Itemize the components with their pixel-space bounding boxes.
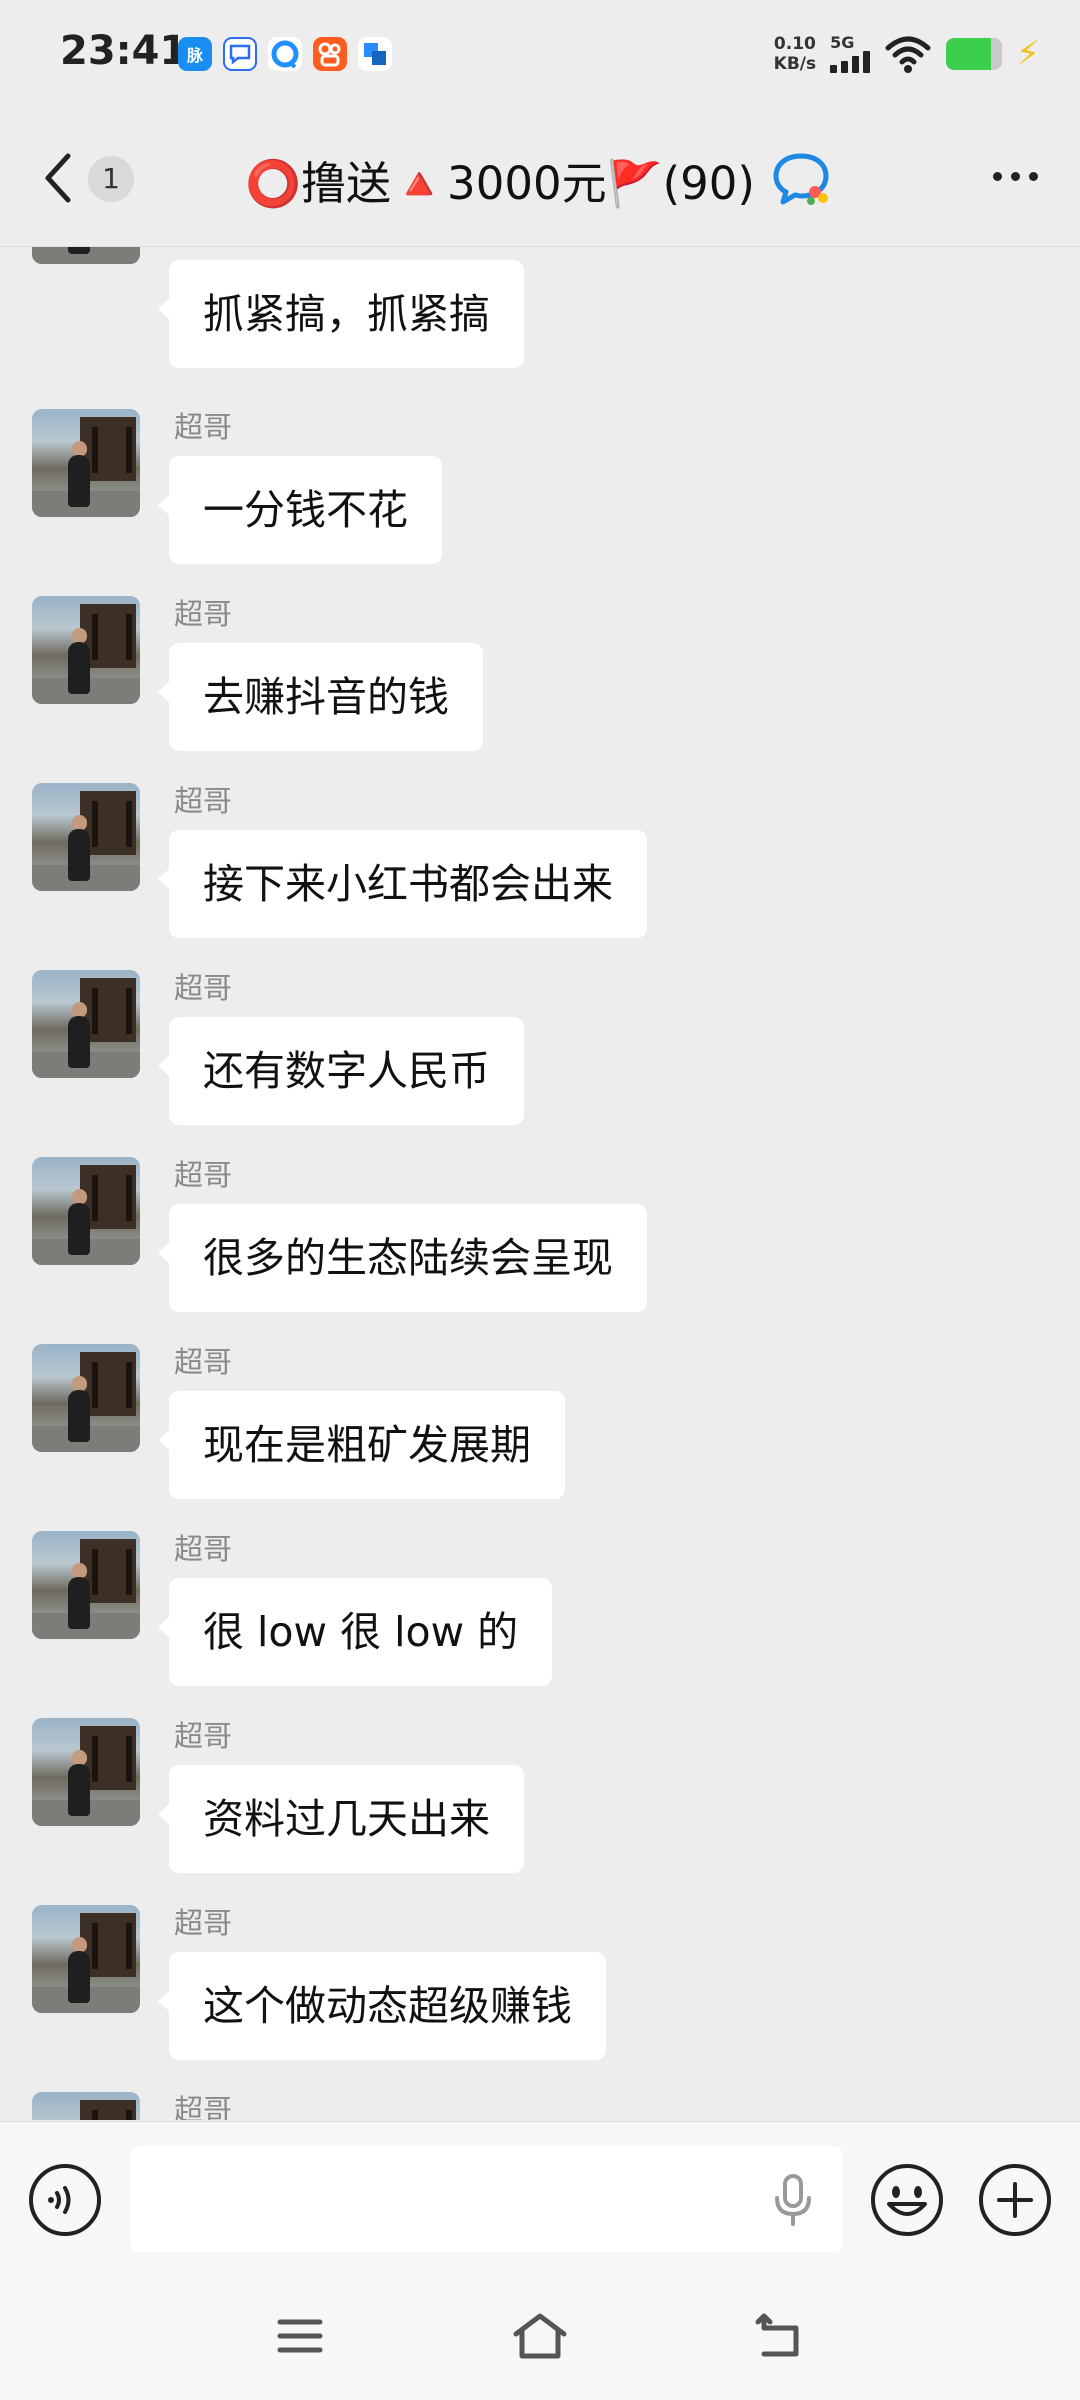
- avatar[interactable]: [32, 970, 140, 1078]
- message-item: 超哥 很 low 很 low 的: [0, 1531, 1080, 1718]
- add-icon[interactable]: [977, 2162, 1053, 2238]
- avatar[interactable]: [32, 409, 140, 517]
- message-bubble[interactable]: 现在是粗矿发展期: [158, 1391, 565, 1499]
- microphone-icon[interactable]: [771, 2172, 815, 2228]
- emoji-icon[interactable]: [869, 2162, 945, 2238]
- message-bubble[interactable]: 一分钱不花: [158, 456, 442, 564]
- chat-app-icon: [223, 37, 257, 71]
- avatar[interactable]: [32, 1344, 140, 1452]
- clock: 23:41: [60, 28, 188, 74]
- network-speed: 0.10 KB/s: [773, 34, 817, 74]
- input-bar: [0, 2121, 1080, 2279]
- group-chat-icon: [773, 153, 829, 205]
- message-bubble[interactable]: 很多的生态陆续会呈现: [158, 1204, 647, 1312]
- browser-icon: [268, 37, 302, 71]
- avatar[interactable]: [32, 1157, 140, 1265]
- wifi-icon: [885, 36, 931, 73]
- message-item: 超哥: [0, 2092, 1080, 2120]
- message-item: 超哥 还有数字人民币: [0, 970, 1080, 1157]
- avatar[interactable]: [32, 1531, 140, 1639]
- sender-name: 超哥: [174, 410, 233, 444]
- message-item: 超哥 抓紧搞，抓紧搞: [0, 247, 1080, 423]
- message-bubble[interactable]: 去赚抖音的钱: [158, 643, 483, 751]
- message-item: 超哥 接下来小红书都会出来: [0, 783, 1080, 970]
- back-nav-icon[interactable]: [752, 2308, 808, 2364]
- status-bar: 23:41 脉 0.10 KB/s 5G ⚡: [0, 0, 1080, 112]
- message-bubble[interactable]: 很 low 很 low 的: [157, 1578, 553, 1686]
- sender-name: 超哥: [174, 1719, 233, 1753]
- sender-name: 超哥: [174, 1906, 233, 1940]
- voice-mode-icon[interactable]: [27, 2162, 103, 2238]
- message-item: 超哥 这个做动态超级赚钱: [0, 1905, 1080, 2092]
- chat-title: ⭕撸送🔺3000元🚩(90): [245, 156, 755, 210]
- message-item: 超哥 现在是粗矿发展期: [0, 1344, 1080, 1531]
- kuaishou-icon: [313, 37, 347, 71]
- message-item: 超哥 资料过几天出来: [0, 1718, 1080, 1905]
- sender-name: 超哥: [174, 247, 232, 250]
- battery-icon: [946, 38, 1003, 70]
- message-item: 超哥 很多的生态陆续会呈现: [0, 1157, 1080, 1344]
- message-bubble[interactable]: 还有数字人民币: [158, 1017, 524, 1125]
- sender-name: 超哥: [174, 1345, 233, 1379]
- more-options-button[interactable]: [993, 172, 1038, 181]
- maimai-icon: 脉: [178, 37, 212, 71]
- message-bubble[interactable]: 抓紧搞，抓紧搞: [158, 260, 524, 368]
- avatar[interactable]: [32, 247, 140, 264]
- system-navigation-bar: [0, 2278, 1080, 2400]
- charging-icon: ⚡: [1016, 34, 1040, 74]
- notification-icons: 脉: [178, 37, 392, 71]
- avatar[interactable]: [32, 1718, 140, 1826]
- avatar[interactable]: [32, 2092, 140, 2120]
- message-bubble[interactable]: 接下来小红书都会出来: [158, 830, 647, 938]
- sender-name: 超哥: [174, 1532, 233, 1566]
- message-list[interactable]: 超哥 抓紧搞，抓紧搞 超哥 一分钱不花 超哥 去赚抖音的钱 超哥 接下来小红书都…: [0, 247, 1080, 2120]
- menu-icon[interactable]: [272, 2308, 328, 2364]
- message-bubble[interactable]: 这个做动态超级赚钱: [158, 1952, 606, 2060]
- sender-name: 超哥: [174, 784, 233, 818]
- unread-count-badge[interactable]: 1: [88, 156, 134, 202]
- chat-header: 1 ⭕撸送🔺3000元🚩(90): [0, 112, 1080, 247]
- chat-title-group[interactable]: ⭕撸送🔺3000元🚩(90): [245, 148, 831, 210]
- avatar[interactable]: [32, 1905, 140, 2013]
- sender-name: 超哥: [174, 971, 233, 1005]
- message-bubble[interactable]: 资料过几天出来: [158, 1765, 524, 1873]
- system-indicators: 0.10 KB/s 5G ⚡: [774, 34, 1040, 74]
- message-item: 超哥 去赚抖音的钱: [0, 596, 1080, 783]
- avatar[interactable]: [32, 783, 140, 891]
- back-arrow-icon[interactable]: [38, 148, 78, 208]
- message-input[interactable]: [130, 2146, 843, 2252]
- message-item: 超哥 一分钱不花: [0, 409, 1080, 596]
- sender-name: 超哥: [174, 1158, 233, 1192]
- sender-name: 超哥: [174, 597, 233, 631]
- sender-name: 超哥: [174, 2093, 233, 2120]
- avatar[interactable]: [32, 596, 140, 704]
- cellular-signal-icon: 5G: [830, 35, 871, 73]
- app-icon: [358, 37, 392, 71]
- home-icon[interactable]: [510, 2308, 570, 2364]
